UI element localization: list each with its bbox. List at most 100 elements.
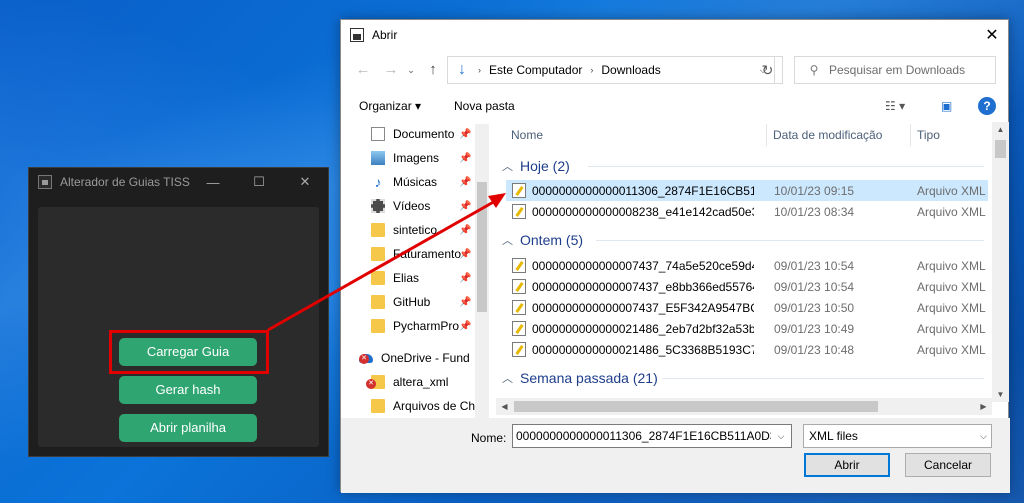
open-button[interactable]: Abrir: [804, 453, 890, 477]
pin-icon[interactable]: 📌: [459, 273, 471, 284]
column-divider[interactable]: [910, 124, 911, 146]
chevron-up-icon[interactable]: ︿: [502, 370, 516, 386]
refresh-icon[interactable]: ↻: [753, 56, 783, 84]
scrollbar-thumb[interactable]: [514, 401, 878, 412]
nav-item-documents[interactable]: Documento 📌: [371, 122, 471, 146]
file-row[interactable]: 0000000000000021486_5C3368B5193C7F... 09…: [506, 339, 988, 360]
pin-icon[interactable]: 📌: [459, 321, 471, 332]
pin-icon[interactable]: 📌: [459, 201, 471, 212]
address-bar[interactable]: ↓ › Este Computador › Downloads ⌵: [447, 56, 775, 84]
help-icon[interactable]: ?: [978, 97, 996, 115]
pin-icon[interactable]: 📌: [459, 249, 471, 260]
scroll-up-icon[interactable]: ▲: [992, 125, 1009, 134]
nav-item-label: PycharmPro: [393, 319, 460, 333]
chevron-down-icon[interactable]: ⌵: [980, 425, 987, 447]
file-type: Arquivo XML: [917, 342, 986, 357]
file-type-value: XML files: [809, 429, 858, 443]
group-header-last-week[interactable]: ︿ Semana passada (21): [496, 367, 984, 389]
folder-icon: [371, 223, 385, 237]
pictures-icon: [371, 151, 385, 165]
file-row[interactable]: 0000000000000011306_2874F1E16CB511... 10…: [506, 180, 988, 201]
pin-icon[interactable]: 📌: [459, 153, 471, 164]
file-list-horizontal-scrollbar[interactable]: ◀ ▶: [496, 398, 992, 415]
nav-item-music[interactable]: ♪ Músicas 📌: [371, 170, 472, 194]
group-label: Semana passada (21): [520, 370, 658, 386]
search-input[interactable]: ⚲ Pesquisar em Downloads: [794, 56, 996, 84]
nav-item-elias[interactable]: Elias 📌: [371, 266, 471, 290]
file-type: Arquivo XML: [917, 204, 986, 219]
nav-item-label: altera_xml: [393, 375, 449, 389]
xml-file-icon: [512, 183, 526, 198]
generate-hash-button[interactable]: Gerar hash: [119, 376, 257, 404]
navigation-scrollbar[interactable]: [475, 124, 489, 418]
group-divider: [588, 166, 984, 167]
maximize-button[interactable]: ☐: [236, 168, 282, 196]
filename-dropdown-icon[interactable]: ⌵: [771, 425, 791, 447]
chevron-up-icon[interactable]: ︿: [502, 232, 516, 248]
column-header-date[interactable]: Data de modificação: [773, 128, 882, 142]
file-name: 0000000000000011306_2874F1E16CB511...: [532, 183, 754, 198]
nav-item-label: Elias: [393, 271, 420, 285]
file-row[interactable]: 0000000000000008238_e41e142cad50e302... …: [506, 201, 988, 222]
nav-item-onedrive[interactable]: OneDrive - Fund: [359, 346, 470, 370]
nav-item-videos[interactable]: Vídeos 📌: [371, 194, 471, 218]
nav-item-arquivos[interactable]: Arquivos de Ch: [371, 394, 475, 418]
scroll-down-icon[interactable]: ▼: [992, 390, 1009, 399]
pin-icon[interactable]: 📌: [459, 129, 471, 140]
minimize-button[interactable]: —: [190, 168, 236, 196]
breadcrumb-chevron-icon[interactable]: ›: [478, 65, 481, 75]
column-divider[interactable]: [766, 124, 767, 146]
back-arrow-icon[interactable]: ←: [353, 60, 373, 80]
nav-item-github[interactable]: GitHub 📌: [371, 290, 471, 314]
chevron-up-icon[interactable]: ︿: [502, 158, 516, 174]
nav-item-pictures[interactable]: Imagens 📌: [371, 146, 471, 170]
column-header-type[interactable]: Tipo: [917, 128, 940, 142]
load-guide-button[interactable]: Carregar Guia: [119, 338, 257, 366]
nav-item-faturamento[interactable]: Faturamento 📌: [371, 242, 471, 266]
column-header-name[interactable]: Nome: [511, 128, 543, 142]
xml-file-icon: [512, 342, 526, 357]
app-title: Alterador de Guias TISS: [60, 175, 190, 189]
group-header-today[interactable]: ︿ Hoje (2): [496, 155, 984, 177]
filename-input[interactable]: 0000000000000011306_2874F1E16CB511A0D378…: [512, 424, 792, 448]
pin-icon[interactable]: 📌: [459, 297, 471, 308]
scrollbar-thumb[interactable]: [477, 182, 487, 312]
group-label: Ontem (5): [520, 232, 584, 248]
breadcrumb-root[interactable]: Este Computador: [489, 63, 582, 77]
forward-arrow-icon[interactable]: →: [381, 60, 401, 80]
file-date: 09/01/23 10:48: [774, 342, 855, 357]
pin-icon[interactable]: 📌: [459, 177, 471, 188]
file-row[interactable]: 0000000000000007437_e8bb366ed55764... 09…: [506, 276, 988, 297]
nav-item-pycharm[interactable]: PycharmPro 📌: [371, 314, 471, 338]
file-row[interactable]: 0000000000000021486_2eb7d2bf32a53b9... 0…: [506, 318, 988, 339]
scroll-right-icon[interactable]: ▶: [975, 398, 992, 415]
view-options-icon[interactable]: ☷ ▾: [885, 99, 905, 113]
group-header-yesterday[interactable]: ︿ Ontem (5): [496, 229, 984, 251]
scrollbar-thumb[interactable]: [995, 140, 1006, 158]
pin-icon[interactable]: 📌: [459, 225, 471, 236]
close-button[interactable]: ✕: [282, 168, 328, 196]
organize-menu[interactable]: Organizar ▾: [359, 99, 421, 113]
nav-item-label: Imagens: [393, 151, 440, 165]
breadcrumb-chevron-icon[interactable]: ›: [590, 65, 593, 75]
breadcrumb-folder[interactable]: Downloads: [601, 63, 660, 77]
cancel-button[interactable]: Cancelar: [905, 453, 991, 477]
file-list-vertical-scrollbar[interactable]: ▲ ▼: [992, 122, 1009, 402]
dialog-close-button[interactable]: ✕: [976, 25, 1008, 45]
file-row[interactable]: 0000000000000007437_74a5e520ce59d4e... 0…: [506, 255, 988, 276]
recent-locations-icon[interactable]: ⌄: [401, 60, 421, 80]
file-type-select[interactable]: XML files ⌵: [803, 424, 992, 448]
open-spreadsheet-button[interactable]: Abrir planilha: [119, 414, 257, 442]
preview-pane-icon[interactable]: ▣: [941, 99, 952, 113]
nav-item-sintetico[interactable]: sintetico 📌: [371, 218, 471, 242]
filename-value: 0000000000000011306_2874F1E16CB511A0D378…: [516, 429, 792, 443]
nav-item-label: sintetico: [393, 223, 438, 237]
folder-icon: [371, 271, 385, 285]
nav-item-altera-xml[interactable]: altera_xml: [371, 370, 448, 394]
file-name: 0000000000000007437_e8bb366ed55764...: [532, 279, 754, 294]
new-folder-button[interactable]: Nova pasta: [454, 99, 515, 113]
scroll-left-icon[interactable]: ◀: [496, 398, 513, 415]
file-row[interactable]: 0000000000000007437_E5F342A9547BCC... 09…: [506, 297, 988, 318]
up-arrow-icon[interactable]: ↑: [423, 60, 443, 80]
group-divider: [662, 378, 984, 379]
